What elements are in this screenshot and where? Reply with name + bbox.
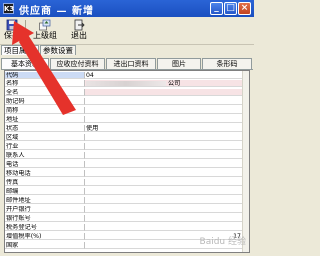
- app-icon: K3: [3, 3, 15, 14]
- title-bar: K3 供应商 — 新增 _ □ ×: [0, 0, 254, 17]
- field-row[interactable]: 全名: [5, 89, 249, 96]
- vertical-scrollbar[interactable]: [242, 71, 249, 252]
- field-row[interactable]: 传真: [5, 179, 249, 186]
- field-value[interactable]: [85, 116, 249, 123]
- field-value[interactable]: [85, 206, 249, 213]
- minimize-button[interactable]: _: [210, 2, 223, 15]
- toolbar-separator: [25, 20, 26, 41]
- field-row[interactable]: 税务登记号: [5, 224, 249, 231]
- tab-picture[interactable]: 图片: [157, 58, 201, 69]
- field-value[interactable]: [85, 179, 249, 186]
- field-row[interactable]: 联系人: [5, 152, 249, 159]
- field-value[interactable]: [85, 170, 249, 177]
- field-label: 传真: [5, 179, 85, 186]
- field-label: 地址: [5, 116, 85, 123]
- field-value[interactable]: [85, 224, 249, 231]
- field-label: 银行账号: [5, 215, 85, 222]
- sub-tab-strip: 基本资料 应收应付资料 进出口资料 图片 条形码: [1, 58, 253, 70]
- field-value[interactable]: [85, 134, 249, 141]
- field-label: 助记码: [5, 98, 85, 105]
- field-row[interactable]: 邮编: [5, 188, 249, 195]
- field-row[interactable]: 地址: [5, 116, 249, 123]
- field-label: 电话: [5, 161, 85, 168]
- field-value[interactable]: [85, 107, 249, 114]
- field-label: 全名: [5, 89, 85, 96]
- toolbar: 保存 上级组 退出: [0, 17, 254, 45]
- field-label: 增值税率(%): [5, 233, 85, 240]
- field-row[interactable]: 电话: [5, 161, 249, 168]
- exit-label: 退出: [71, 31, 87, 40]
- save-icon: [6, 19, 18, 31]
- field-row[interactable]: 简称: [5, 107, 249, 114]
- field-row[interactable]: 邮件地址: [5, 197, 249, 204]
- field-value[interactable]: 04: [85, 72, 249, 79]
- close-button[interactable]: ×: [238, 2, 251, 15]
- field-label: 代码: [5, 72, 85, 79]
- field-label: 行业: [5, 143, 85, 150]
- property-grid: 代码 04 名称 公司 全名 助记码 简称 地址 状态 使用 区域 行业 联系人…: [4, 70, 250, 253]
- field-value[interactable]: [85, 161, 249, 168]
- field-value[interactable]: [85, 197, 249, 204]
- field-row[interactable]: 状态 使用: [5, 125, 249, 132]
- field-value[interactable]: [85, 215, 249, 222]
- field-value-name[interactable]: 公司: [85, 80, 249, 87]
- field-value[interactable]: [85, 89, 249, 96]
- field-row[interactable]: 助记码: [5, 98, 249, 105]
- exit-icon: [74, 19, 85, 31]
- field-row[interactable]: 银行账号: [5, 215, 249, 222]
- field-value[interactable]: 使用: [85, 125, 249, 132]
- field-label: 邮编: [5, 188, 85, 195]
- field-row[interactable]: 名称 公司: [5, 80, 249, 87]
- up-group-button[interactable]: 上级组: [27, 18, 63, 43]
- field-value[interactable]: [85, 98, 249, 105]
- watermark: Baidu 经验: [199, 237, 246, 247]
- field-row[interactable]: 代码 04: [5, 72, 249, 79]
- field-value[interactable]: [85, 188, 249, 195]
- field-label: 状态: [5, 125, 85, 132]
- redacted-text: [86, 80, 166, 86]
- field-label: 税务登记号: [5, 224, 85, 231]
- field-row[interactable]: 区域: [5, 134, 249, 141]
- field-value[interactable]: [85, 143, 249, 150]
- field-label: 开户银行: [5, 206, 85, 213]
- field-row[interactable]: 行业: [5, 143, 249, 150]
- field-label: 简称: [5, 107, 85, 114]
- tab-basic-info[interactable]: 基本资料: [1, 58, 49, 69]
- tab-import-export[interactable]: 进出口资料: [106, 58, 156, 69]
- field-label: 国家: [5, 242, 85, 249]
- tab-barcode[interactable]: 条形码: [202, 58, 252, 69]
- maximize-button[interactable]: □: [224, 2, 237, 15]
- window-title: 供应商 — 新增: [19, 6, 94, 17]
- field-label: 名称: [5, 80, 85, 87]
- field-label: 邮件地址: [5, 197, 85, 204]
- supplier-window: K3 供应商 — 新增 _ □ × 保存 上级组 退出 项目属性 参数设置 基本…: [0, 0, 254, 256]
- field-label: 移动电话: [5, 170, 85, 177]
- field-label: 区域: [5, 134, 85, 141]
- up-group-label: 上级组: [33, 31, 57, 40]
- top-tab-strip: 项目属性 参数设置: [1, 45, 253, 56]
- exit-button[interactable]: 退出: [65, 18, 93, 43]
- field-value: 公司: [168, 80, 181, 87]
- field-label: 联系人: [5, 152, 85, 159]
- tab-item-properties[interactable]: 项目属性: [1, 45, 39, 55]
- field-row[interactable]: 移动电话: [5, 170, 249, 177]
- save-label: 保存: [4, 31, 20, 40]
- field-row[interactable]: 开户银行: [5, 206, 249, 213]
- tab-parameter-settings[interactable]: 参数设置: [40, 45, 76, 55]
- tab-receivable-payable[interactable]: 应收应付资料: [50, 58, 105, 69]
- field-value[interactable]: [85, 152, 249, 159]
- up-group-icon: [39, 19, 51, 31]
- save-button[interactable]: 保存: [1, 18, 23, 43]
